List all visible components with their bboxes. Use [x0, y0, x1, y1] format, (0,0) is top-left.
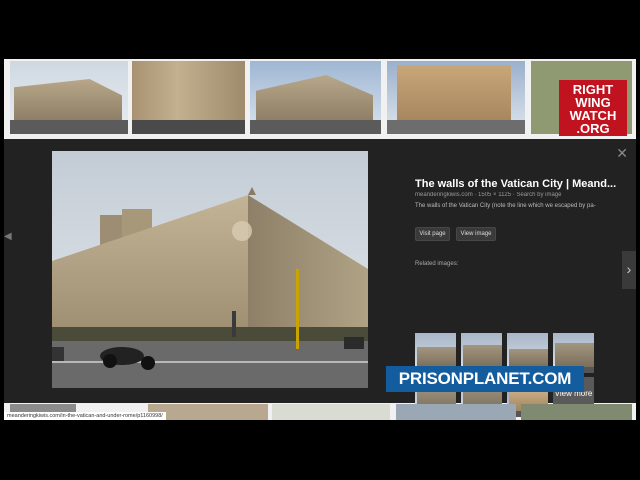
visit-page-button[interactable]: Visit page [415, 227, 450, 241]
result-thumbnail[interactable] [396, 404, 516, 420]
result-thumbnail[interactable] [387, 61, 525, 134]
related-images-label: Related images: [415, 261, 459, 267]
close-icon[interactable]: ✕ [616, 145, 628, 162]
result-thumbnail[interactable] [10, 61, 128, 134]
preview-title[interactable]: The walls of the Vatican City | Meand... [415, 178, 625, 190]
result-thumbnail[interactable] [250, 61, 381, 134]
chevron-left-icon[interactable]: ◀ [4, 231, 12, 242]
result-thumbnail[interactable] [132, 61, 245, 134]
result-thumbnail[interactable] [521, 404, 632, 420]
preview-description: The walls of the Vatican City (note the … [415, 203, 596, 209]
vatican-wall-photo [52, 151, 368, 388]
result-thumbnail[interactable] [148, 404, 268, 420]
status-url: meanderingkiwis.com/in-the-vatican-and-u… [4, 412, 166, 420]
image-preview-panel: ◀ ✕ The walls of the Vatican City | Mean… [4, 139, 636, 417]
right-wing-watch-logo: RIGHT WING WATCH .ORG [559, 80, 627, 136]
chevron-right-icon[interactable]: › [622, 251, 636, 289]
prison-planet-logo: PRISONPLANET.COM [386, 366, 584, 392]
preview-image[interactable] [52, 151, 368, 388]
video-frame: RIGHT WING WATCH .ORG ◀ ✕ The walls of t… [0, 0, 640, 480]
map-thumbnail[interactable] [272, 404, 390, 420]
view-image-button[interactable]: View image [456, 227, 496, 241]
preview-meta: meanderingkiwis.com · 1505 × 1125 · Sear… [415, 192, 562, 198]
